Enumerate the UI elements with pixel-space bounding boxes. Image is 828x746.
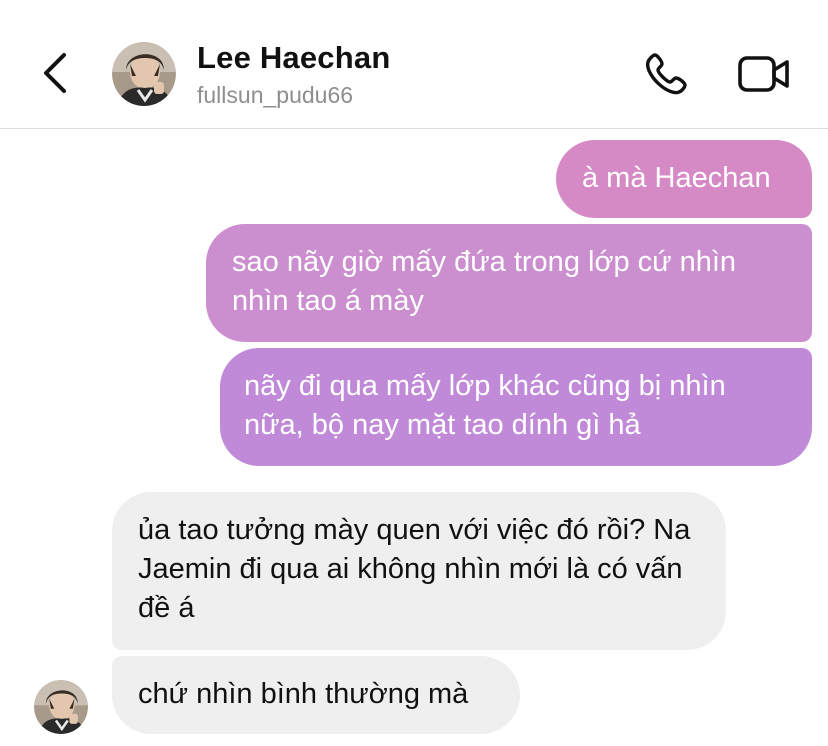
- contact-name[interactable]: Lee Haechan: [197, 40, 390, 76]
- back-button[interactable]: [30, 48, 80, 98]
- profile-photo-icon: [112, 42, 176, 106]
- incoming-message[interactable]: chứ nhìn bình thường mà: [112, 656, 520, 734]
- outgoing-message[interactable]: sao nãy giờ mấy đứa trong lớp cứ nhìn nh…: [206, 224, 812, 342]
- incoming-message[interactable]: ủa tao tưởng mày quen với việc đó rồi? N…: [112, 492, 726, 650]
- voice-call-button[interactable]: [638, 48, 694, 100]
- contact-username: fullsun_pudu66: [197, 82, 354, 108]
- outgoing-message[interactable]: à mà Haechan: [556, 140, 812, 218]
- sender-avatar[interactable]: [34, 680, 88, 734]
- phone-icon: [645, 53, 687, 95]
- chevron-left-icon: [44, 53, 66, 93]
- video-call-button[interactable]: [734, 50, 794, 98]
- video-camera-icon: [738, 56, 789, 92]
- outgoing-message[interactable]: nãy đi qua mấy lớp khác cũng bị nhìn nữa…: [220, 348, 812, 466]
- contact-avatar[interactable]: [112, 42, 176, 106]
- profile-photo-icon: [34, 680, 88, 734]
- chat-screen: Lee Haechan fullsun_pudu66 à mà Haechan …: [0, 0, 828, 746]
- chat-header: Lee Haechan fullsun_pudu66: [0, 0, 828, 129]
